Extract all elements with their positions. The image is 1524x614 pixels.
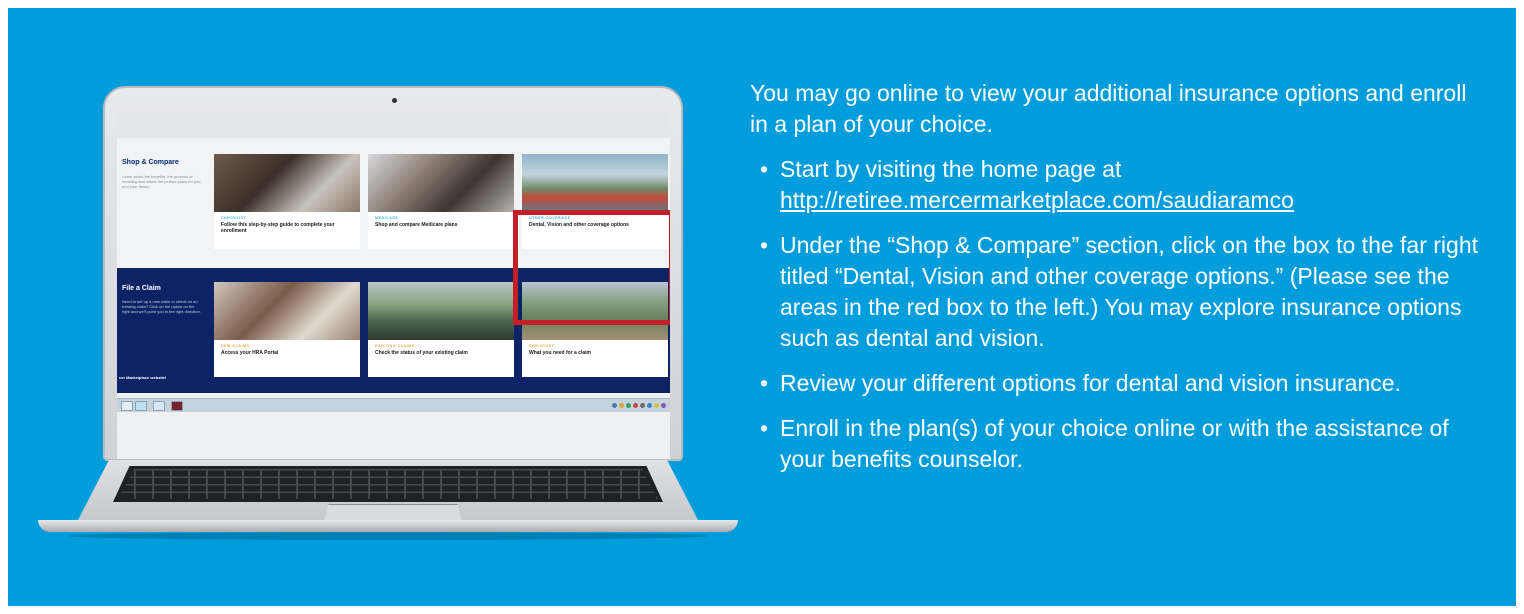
bullet-text: Under the “Shop & Compare” section, clic…	[780, 232, 1479, 351]
bullet-item: • Start by visiting the home page at htt…	[750, 154, 1485, 216]
bullet-text: Review your different options for dental…	[780, 370, 1401, 396]
word-icon[interactable]	[153, 401, 165, 411]
bullet-item: • Under the “Shop & Compare” section, cl…	[750, 230, 1485, 354]
card-title: Follow this step-by-step guide to comple…	[221, 222, 335, 234]
app-icon[interactable]	[171, 401, 183, 411]
card-photo	[214, 154, 360, 212]
shop-compare-description: Learn about the benefits, the process of…	[122, 174, 201, 189]
card-title: Shop and compare Medicare plans	[375, 222, 458, 228]
card-checklist-enrollment[interactable]: CHECKLIST Follow this step-by-step guide…	[214, 154, 360, 249]
bullet-dot: •	[760, 232, 769, 258]
bullet-dot: •	[760, 415, 769, 441]
laptop-screen: Shop & Compare Learn about the benefits,…	[117, 112, 670, 459]
browser-top-strip	[117, 112, 670, 138]
card-kicker: NEW CLAIMS	[221, 344, 250, 348]
taskbar	[117, 398, 670, 412]
file-claim-description: Need to set up a new claim or check on a…	[122, 299, 201, 314]
keyboard-keys	[118, 469, 658, 499]
laptop-shadow	[68, 532, 708, 540]
card-kicker: CHECKLIST	[221, 216, 247, 220]
card-hra-portal[interactable]: NEW CLAIMS Access your HRA Portal	[214, 282, 360, 377]
card-photo	[522, 154, 668, 212]
card-photo	[368, 282, 514, 340]
browser-icon[interactable]	[135, 401, 147, 411]
bullet-text: Enroll in the plan(s) of your choice onl…	[780, 415, 1449, 472]
card-kicker: EXISTING CLAIMS	[375, 344, 415, 348]
camera-icon	[392, 98, 397, 103]
taskbar-button[interactable]	[121, 401, 133, 411]
card-title: What you need for a claim	[529, 350, 591, 356]
red-highlight-box	[513, 210, 670, 325]
system-tray	[612, 403, 666, 408]
card-kicker: MEDICARE	[375, 216, 399, 220]
intro-text: You may go online to view your additiona…	[750, 80, 1467, 137]
card-medicare-plans[interactable]: MEDICARE Shop and compare Medicare plans	[368, 154, 514, 249]
shop-compare-title: Shop & Compare	[122, 159, 179, 166]
bullet-list: • Start by visiting the home page at htt…	[750, 154, 1485, 475]
bullet-item: • Enroll in the plan(s) of your choice o…	[750, 413, 1485, 475]
bullet-item: • Review your different options for dent…	[750, 368, 1485, 399]
card-title: Access your HRA Portal	[221, 350, 279, 356]
laptop-front-edge	[38, 520, 738, 532]
card-title: Check the status of your existing claim	[375, 350, 468, 356]
homepage-link[interactable]: http://retiree.mercermarketplace.com/sau…	[780, 187, 1294, 213]
laptop-lid: Shop & Compare Learn about the benefits,…	[103, 86, 683, 461]
card-photo	[214, 282, 360, 340]
file-claim-title: File a Claim	[122, 285, 161, 292]
bullet-text: Start by visiting the home page at	[780, 156, 1122, 182]
bullet-dot: •	[760, 370, 769, 396]
laptop-illustration: Shop & Compare Learn about the benefits,…	[38, 86, 738, 546]
card-existing-claim[interactable]: EXISTING CLAIMS Check the status of your…	[368, 282, 514, 377]
marketplace-footnote: cer Marketplace website!	[119, 375, 167, 380]
bullet-dot: •	[760, 156, 769, 182]
card-kicker: CHECKLIST	[529, 344, 555, 348]
card-photo	[368, 154, 514, 212]
laptop-base	[38, 456, 738, 546]
instructions: You may go online to view your additiona…	[750, 78, 1485, 489]
info-panel: Shop & Compare Learn about the benefits,…	[8, 8, 1516, 606]
